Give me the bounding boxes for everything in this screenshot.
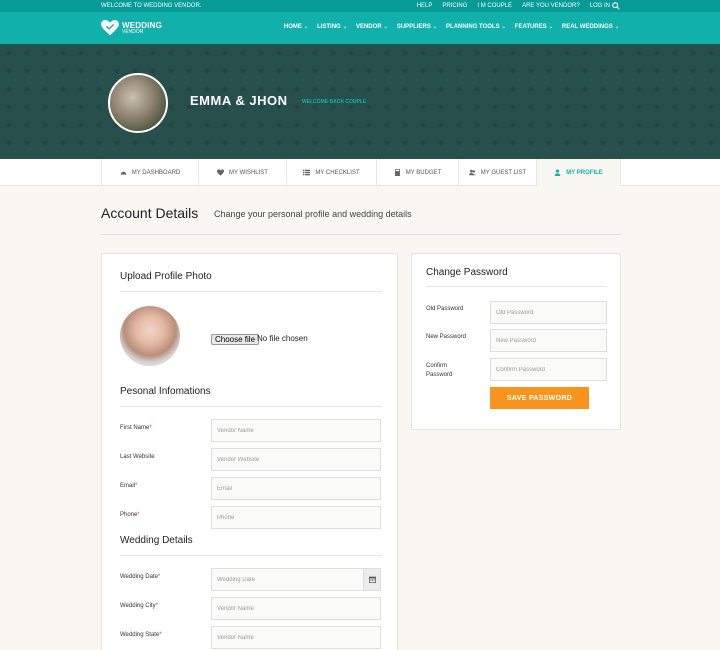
divider <box>101 234 621 235</box>
change-password-heading: Change Password <box>426 267 508 278</box>
chevron-down-icon: ⌄ <box>303 24 309 30</box>
change-password-card: Change Password Old Password New Passwor… <box>411 253 621 430</box>
old-password-input[interactable] <box>490 301 607 324</box>
page-title: Account Details <box>101 205 199 221</box>
calendar-icon <box>368 576 376 583</box>
old-password-label: Old Password <box>426 306 464 312</box>
upload-photo-heading: Upload Profile Photo <box>120 271 212 282</box>
phone-label: Phone* <box>120 512 140 518</box>
tab-budget[interactable]: MY BUDGET <box>376 159 458 186</box>
nav-vendor[interactable]: VENDOR ⌄ <box>356 24 388 30</box>
first-name-input[interactable] <box>211 419 381 442</box>
email-input[interactable] <box>211 477 381 500</box>
nav-planning-tools[interactable]: PLANNING TOOLS ⌄ <box>446 24 506 30</box>
divider <box>120 291 382 292</box>
chevron-down-icon: ⌄ <box>548 24 553 30</box>
wedding-details-heading: Wedding Details <box>120 535 193 546</box>
chevron-down-icon: ⌄ <box>383 24 388 30</box>
nav-home[interactable]: HOME ⌄ <box>284 24 308 30</box>
email-label: Email* <box>120 483 138 489</box>
file-status: No file chosen <box>257 334 308 343</box>
page-subtitle: Change your personal profile and wedding… <box>214 209 412 219</box>
profile-form-card: Upload Profile Photo Choose file No file… <box>101 253 398 650</box>
welcome-text: WELCOME TO WEDDING VENDOR. <box>101 3 202 9</box>
help-link[interactable]: HELP <box>417 3 433 9</box>
new-password-input[interactable] <box>490 329 607 352</box>
wedding-city-label: Wedding City* <box>120 603 158 609</box>
heart-logo-icon <box>101 20 119 36</box>
tab-wishlist[interactable]: MY WISHLIST <box>198 159 286 186</box>
login-link[interactable]: LOG IN <box>590 3 610 9</box>
nav-menu: HOME ⌄ LISTING ⌄ VENDOR ⌄ SUPPLIERS ⌄ PLANNI… <box>284 24 619 30</box>
logo[interactable]: WEDDING VENDOR <box>101 20 162 36</box>
users-icon <box>468 169 476 176</box>
couple-link[interactable]: I M COUPLE <box>477 3 512 9</box>
welcome-subtitle: WELCOME BACK COUPLE <box>302 99 367 105</box>
tab-guest-list[interactable]: MY GUEST LIST <box>458 159 536 186</box>
first-name-label: First Name* <box>120 425 152 431</box>
top-links: HELP PRICING I M COUPLE ARE YOU VENDOR? … <box>417 3 610 9</box>
heart-icon <box>217 169 225 176</box>
divider <box>426 286 607 287</box>
wedding-date-input[interactable] <box>211 568 364 591</box>
last-website-label: Last Website <box>120 454 155 460</box>
chevron-down-icon: ⌄ <box>501 24 506 30</box>
choose-file-button[interactable]: Choose file <box>211 334 260 345</box>
chevron-down-icon: ⌄ <box>614 24 619 30</box>
website-input[interactable] <box>211 448 381 471</box>
chevron-down-icon: ⌄ <box>342 24 347 30</box>
pricing-link[interactable]: PRICING <box>442 3 467 9</box>
divider <box>120 555 382 556</box>
list-icon <box>303 169 311 176</box>
divider <box>120 406 382 407</box>
wedding-state-label: Wedding State* <box>120 632 162 638</box>
profile-hero: EMMA & JHON WELCOME BACK COUPLE <box>0 44 720 159</box>
tab-checklist[interactable]: MY CHECKLIST <box>286 159 376 186</box>
calendar-button[interactable] <box>363 568 381 591</box>
tab-profile[interactable]: MY PROFILE <box>536 159 621 186</box>
nav-features[interactable]: FEATURES ⌄ <box>515 24 553 30</box>
confirm-password-label: Confirm Password <box>426 363 453 378</box>
dashboard-icon <box>120 171 127 175</box>
save-password-button[interactable]: SAVE PASSWORD <box>490 387 589 409</box>
calculator-icon <box>394 169 400 176</box>
nav-real-weddings[interactable]: REAL WEDDINGS ⌄ <box>562 24 619 30</box>
profile-photo <box>120 306 180 366</box>
couple-avatar <box>108 73 168 133</box>
wedding-date-label: Wedding Date* <box>120 574 161 580</box>
vendor-link[interactable]: ARE YOU VENDOR? <box>522 3 580 9</box>
main-nav: WEDDING VENDOR HOME ⌄ LISTING ⌄ VENDOR ⌄ SU… <box>0 12 720 44</box>
confirm-password-input[interactable] <box>490 358 607 381</box>
new-password-label: New Password <box>426 334 467 340</box>
wedding-city-input[interactable] <box>211 597 381 620</box>
personal-info-heading: Pesonal Infomations <box>120 386 211 397</box>
dashboard-tabs: MY DASHBOARD MY WISHLIST MY CHECKLIST MY… <box>0 159 720 186</box>
chevron-down-icon: ⌄ <box>432 24 438 30</box>
nav-suppliers[interactable]: SUPPLIERS ⌄ <box>397 24 437 30</box>
nav-listing[interactable]: LISTING ⌄ <box>317 24 347 30</box>
search-icon[interactable] <box>612 2 620 10</box>
phone-input[interactable] <box>211 506 381 529</box>
tab-dashboard[interactable]: MY DASHBOARD <box>101 159 198 186</box>
couple-name: EMMA & JHON <box>190 93 288 108</box>
wedding-state-input[interactable] <box>211 626 381 649</box>
top-bar: WELCOME TO WEDDING VENDOR. HELP PRICING … <box>0 0 720 12</box>
logo-subtitle: VENDOR <box>122 28 144 35</box>
user-icon <box>554 169 561 176</box>
